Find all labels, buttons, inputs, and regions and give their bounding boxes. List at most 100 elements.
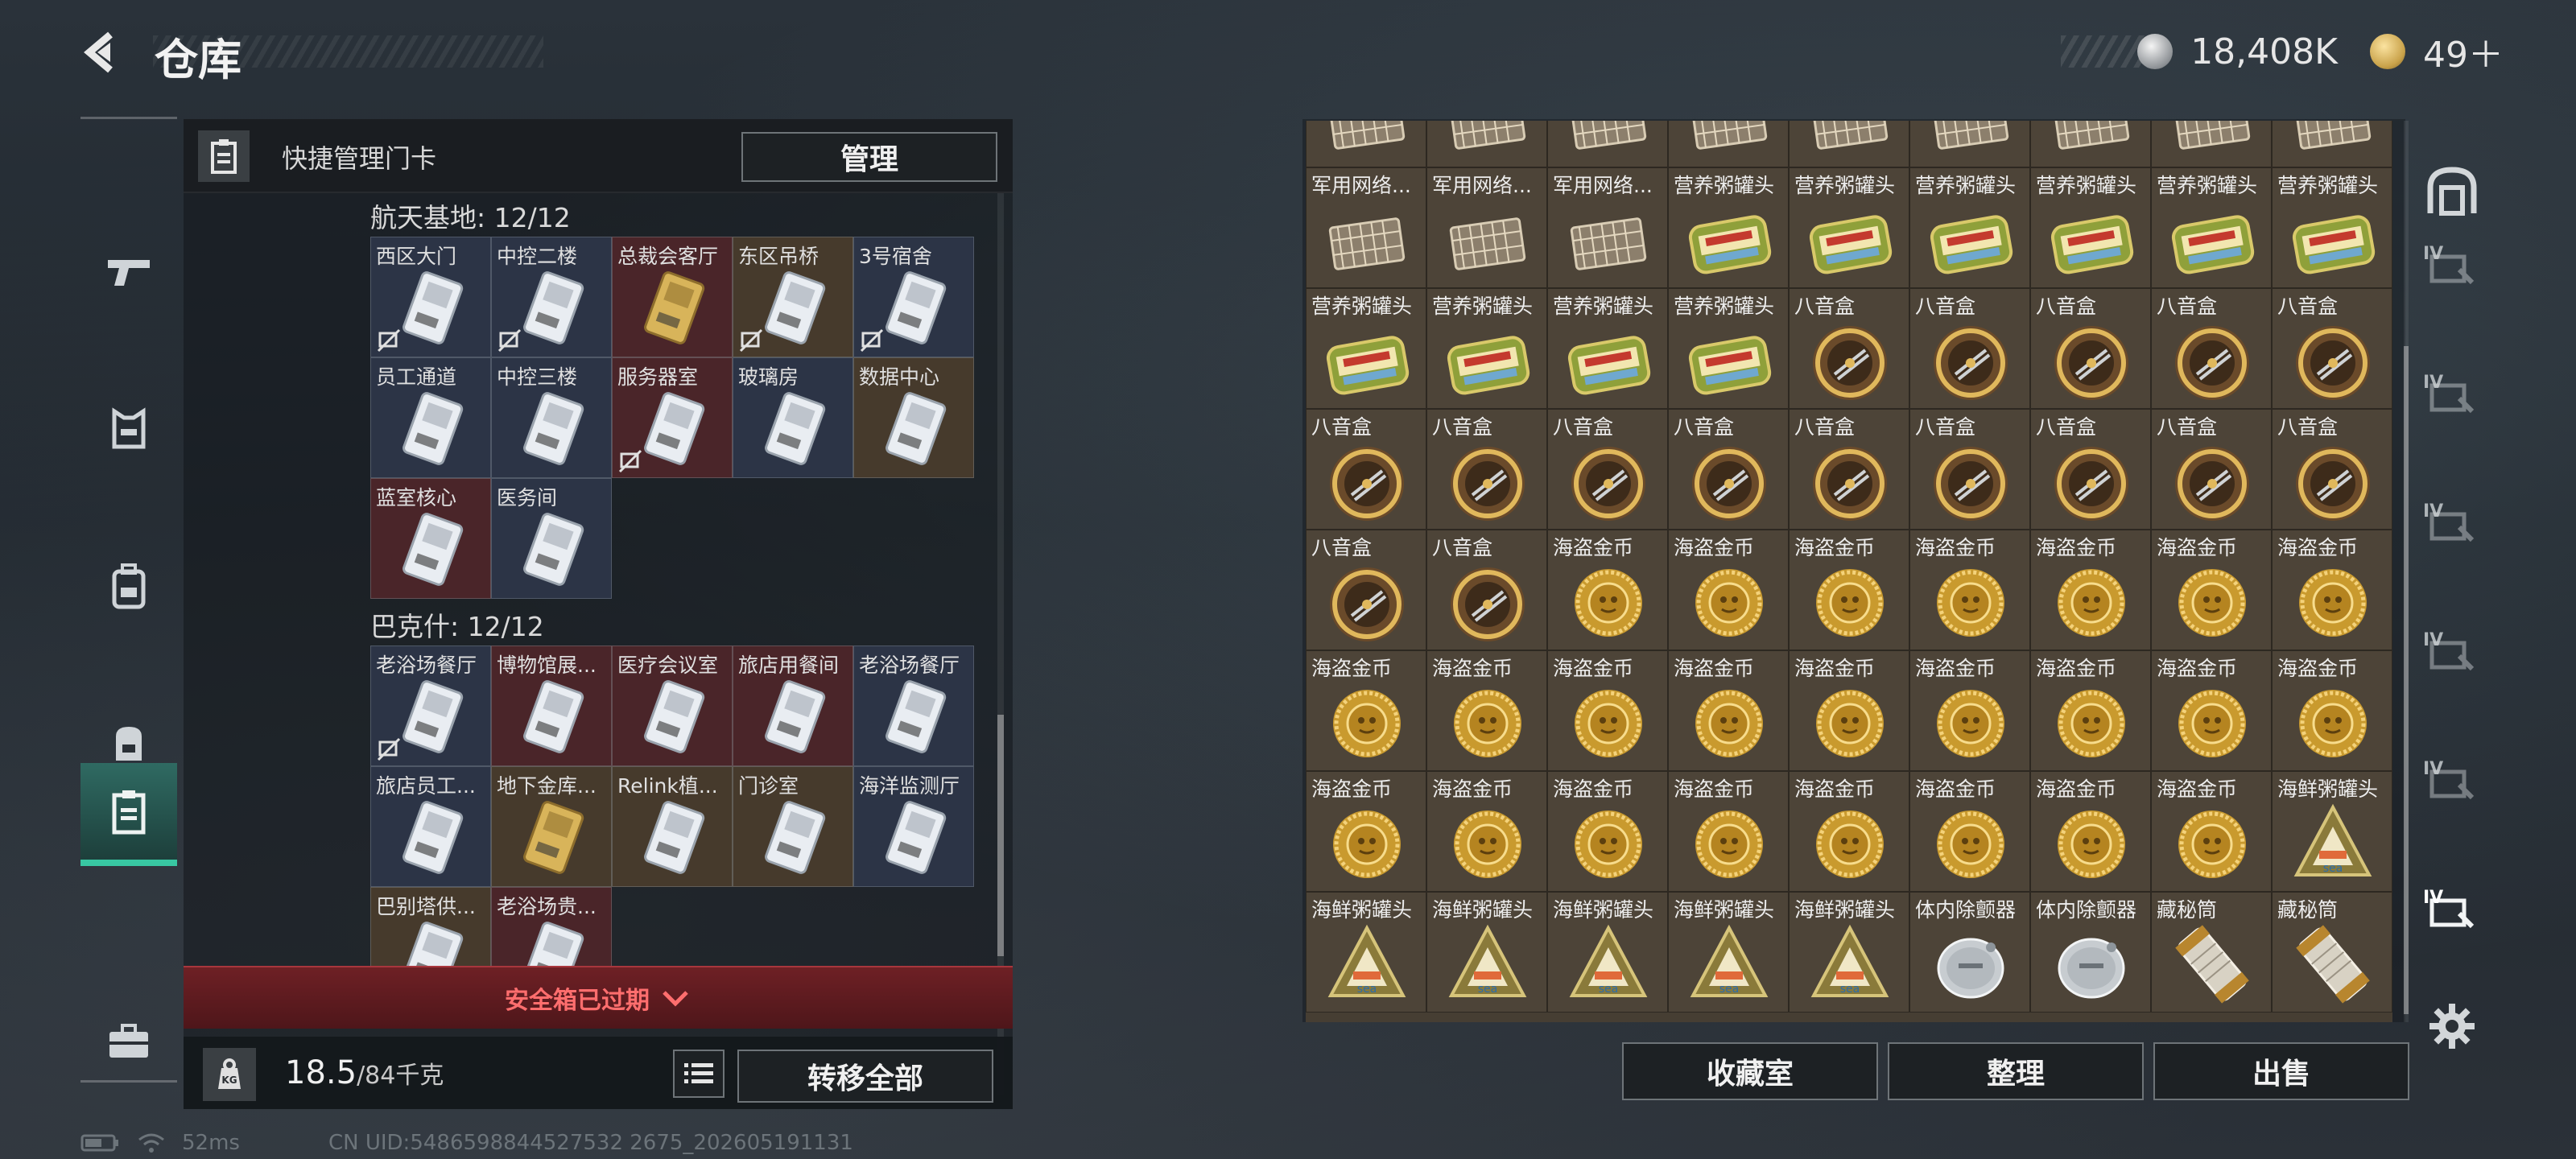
keycard-cell[interactable]: 旅店用餐间 — [733, 645, 853, 766]
back-button[interactable] — [74, 27, 130, 77]
inventory-item[interactable] — [1426, 121, 1547, 167]
inventory-item[interactable]: 营养粥罐头 — [1909, 167, 2030, 288]
nav-armor[interactable] — [80, 381, 177, 477]
keycard-cell[interactable]: 老浴场贵... — [491, 887, 612, 966]
inventory-item[interactable]: 营养粥罐头 — [1306, 288, 1426, 409]
keycard-cell[interactable]: 3号宿舍 — [853, 237, 974, 357]
keycard-cell[interactable]: 医务间 — [491, 478, 612, 599]
keycard-cell[interactable]: 中控三楼 — [491, 357, 612, 478]
keycard-cell[interactable]: 数据中心 — [853, 357, 974, 478]
inventory-item[interactable]: 八音盒 — [1426, 530, 1547, 650]
keycard-cell[interactable]: 总裁会客厅 — [612, 237, 733, 357]
collection-room-button[interactable]: 收藏室 — [1622, 1042, 1878, 1100]
inventory-item[interactable]: 海盗金币 — [2030, 530, 2151, 650]
keycard-cell[interactable]: 医疗会议室 — [612, 645, 733, 766]
keycard-cell[interactable]: 地下金库... — [491, 766, 612, 887]
inventory-item[interactable]: 八音盒 — [1426, 409, 1547, 530]
inventory-item[interactable]: 八音盒 — [1668, 409, 1789, 530]
keycard-cell[interactable]: 旅店员工... — [370, 766, 491, 887]
inventory-item[interactable]: 八音盒 — [1909, 288, 2030, 409]
inventory-item[interactable]: 体内除颤器 — [2030, 892, 2151, 1013]
nav-backpack[interactable] — [80, 538, 177, 634]
inventory-item[interactable]: 海盗金币 — [1909, 771, 2030, 892]
inventory-item[interactable]: 营养粥罐头 — [1668, 288, 1789, 409]
inventory-item[interactable] — [1909, 121, 2030, 167]
container-tab-3[interactable]: IV — [2412, 479, 2492, 575]
inventory-item[interactable]: 海盗金币 — [1789, 771, 1909, 892]
inventory-item[interactable]: 海盗金币 — [2151, 771, 2272, 892]
keycard-cell[interactable]: 中控二楼 — [491, 237, 612, 357]
inventory-item[interactable]: 海盗金币 — [1547, 650, 1668, 771]
inventory-item[interactable]: 八音盒 — [1789, 288, 1909, 409]
sort-button[interactable]: 整理 — [1888, 1042, 2144, 1100]
inventory-item[interactable]: 海盗金币 — [1909, 530, 2030, 650]
inventory-item[interactable]: 海盗金币 — [2272, 530, 2392, 650]
inventory-item[interactable]: sea 海鲜粥罐头 — [1789, 892, 1909, 1013]
inventory-item[interactable]: 军用网络... — [1426, 167, 1547, 288]
inventory-item[interactable]: 海盗金币 — [1789, 650, 1909, 771]
inventory-item[interactable]: 海盗金币 — [1306, 650, 1426, 771]
inventory-item[interactable]: 八音盒 — [1789, 409, 1909, 530]
inventory-item[interactable]: sea 海鲜粥罐头 — [1426, 892, 1547, 1013]
inventory-item[interactable]: 八音盒 — [2151, 288, 2272, 409]
inventory-item[interactable]: 八音盒 — [2151, 409, 2272, 530]
keycard-cell[interactable]: 老浴场餐厅 — [370, 645, 491, 766]
inventory-item[interactable]: 营养粥罐头 — [1426, 288, 1547, 409]
inventory-item[interactable]: 军用网络... — [1306, 167, 1426, 288]
keycard-cell[interactable]: 玻璃房 — [733, 357, 853, 478]
inventory-item[interactable]: 八音盒 — [2272, 288, 2392, 409]
inventory-item[interactable]: 营养粥罐头 — [2030, 167, 2151, 288]
inventory-item[interactable]: 海盗金币 — [1668, 650, 1789, 771]
inventory-item[interactable] — [2030, 121, 2151, 167]
inventory-item[interactable] — [1789, 121, 1909, 167]
inventory-item[interactable] — [1668, 121, 1789, 167]
inventory-item[interactable]: 海盗金币 — [1547, 771, 1668, 892]
nav-keycard-holder[interactable] — [80, 763, 177, 866]
keycard-cell[interactable]: 巴别塔供... — [370, 887, 491, 966]
inventory-item[interactable]: 海盗金币 — [2030, 650, 2151, 771]
inventory-item[interactable] — [1547, 121, 1668, 167]
inventory-item[interactable]: 营养粥罐头 — [2151, 167, 2272, 288]
inventory-scroll-thumb[interactable] — [2404, 346, 2409, 1014]
inventory-item[interactable]: 八音盒 — [2272, 409, 2392, 530]
inventory-item[interactable] — [2272, 121, 2392, 167]
settings-button[interactable] — [2412, 978, 2492, 1074]
container-tab-2[interactable]: IV — [2412, 350, 2492, 447]
keycard-cell[interactable]: 西区大门 — [370, 237, 491, 357]
inventory-item[interactable]: 八音盒 — [1547, 409, 1668, 530]
inventory-item[interactable]: 营养粥罐头 — [2272, 167, 2392, 288]
inventory-item[interactable]: 海盗金币 — [1426, 771, 1547, 892]
inventory-item[interactable]: 海盗金币 — [1426, 650, 1547, 771]
inventory-item[interactable] — [1306, 121, 1426, 167]
inventory-item[interactable]: 营养粥罐头 — [1547, 288, 1668, 409]
inventory-item[interactable]: 海盗金币 — [2151, 530, 2272, 650]
inventory-item[interactable]: 军用网络... — [1547, 167, 1668, 288]
keycard-cell[interactable]: 老浴场餐厅 — [853, 645, 974, 766]
manage-button[interactable]: 管理 — [741, 132, 997, 182]
safe-box-expired-banner[interactable]: 安全箱已过期 — [184, 966, 1013, 1029]
inventory-item[interactable]: 八音盒 — [1306, 530, 1426, 650]
nav-briefcase[interactable] — [80, 992, 177, 1089]
inventory-item[interactable]: 海盗金币 — [2272, 650, 2392, 771]
inventory-item[interactable]: 藏秘筒 — [2151, 892, 2272, 1013]
keycard-cell[interactable]: 员工通道 — [370, 357, 491, 478]
inventory-item[interactable]: 营养粥罐头 — [1668, 167, 1789, 288]
inventory-item[interactable]: 海盗金币 — [1668, 530, 1789, 650]
inventory-item[interactable]: 八音盒 — [1306, 409, 1426, 530]
inventory-item[interactable]: 海盗金币 — [1909, 650, 2030, 771]
keycard-cell[interactable]: 海洋监测厅 — [853, 766, 974, 887]
keycard-cell[interactable]: 门诊室 — [733, 766, 853, 887]
transfer-all-button[interactable]: 转移全部 — [737, 1050, 993, 1103]
keycard-cell[interactable]: 服务器室 — [612, 357, 733, 478]
keycard-scrollbar[interactable] — [997, 193, 1004, 1095]
nav-weapons[interactable] — [80, 224, 177, 320]
sell-button[interactable]: 出售 — [2153, 1042, 2409, 1100]
keycard-cell[interactable]: Relink植... — [612, 766, 733, 887]
inventory-item[interactable]: 海盗金币 — [2151, 650, 2272, 771]
container-tab-5[interactable]: IV — [2412, 736, 2492, 833]
inventory-item[interactable]: 八音盒 — [1909, 409, 2030, 530]
inventory-item[interactable]: 海盗金币 — [1668, 771, 1789, 892]
inventory-item[interactable]: 营养粥罐头 — [1789, 167, 1909, 288]
keycard-scroll-thumb[interactable] — [997, 715, 1004, 956]
container-tab-1[interactable]: IV — [2412, 221, 2492, 318]
